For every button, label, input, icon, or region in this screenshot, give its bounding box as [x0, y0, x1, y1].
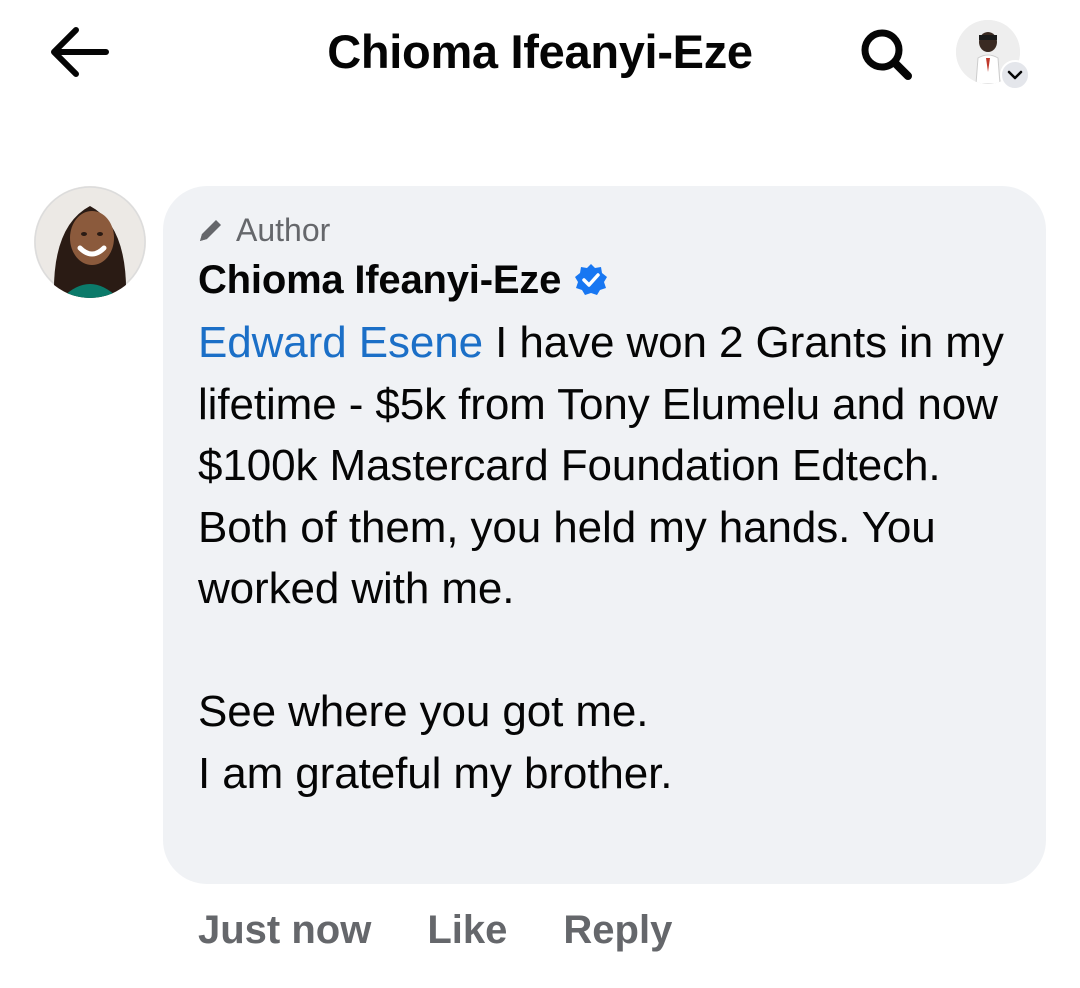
comment-timestamp: Just now [198, 907, 372, 952]
comment-screen: Chioma Ifeanyi-Eze Author Chioma Ifeanyi… [0, 0, 1080, 988]
comment-body: Edward Esene I have won 2 Grants in my l… [198, 312, 1028, 804]
like-button[interactable]: Like [427, 908, 507, 953]
back-button[interactable] [44, 20, 114, 84]
commenter-avatar[interactable] [34, 186, 146, 298]
profile-menu-button[interactable] [952, 16, 1032, 90]
comment-actions: Just now Like Reply [198, 900, 728, 960]
comment-line: I am grateful my brother. [198, 748, 673, 798]
comment-author[interactable]: Chioma Ifeanyi-Eze [198, 252, 609, 308]
author-badge: Author [196, 208, 330, 252]
chevron-down-icon [1000, 60, 1030, 90]
comment-author-name: Chioma Ifeanyi-Eze [198, 257, 562, 302]
search-button[interactable] [852, 22, 922, 86]
verified-badge-icon [575, 264, 608, 295]
page-title: Chioma Ifeanyi-Eze [327, 25, 753, 78]
search-icon [861, 29, 912, 80]
comment-line: See where you got me. [198, 687, 649, 736]
mention-link[interactable]: Edward Esene [198, 318, 483, 367]
author-badge-label: Author [236, 211, 331, 248]
comment-paragraph: Edward Esene I have won 2 Grants in my l… [198, 312, 1028, 620]
top-bar: Chioma Ifeanyi-Eze [0, 0, 1080, 110]
reply-button[interactable]: Reply [563, 908, 672, 953]
arrow-left-icon [51, 27, 109, 77]
pencil-icon [200, 220, 221, 241]
avatar-photo [34, 186, 146, 298]
